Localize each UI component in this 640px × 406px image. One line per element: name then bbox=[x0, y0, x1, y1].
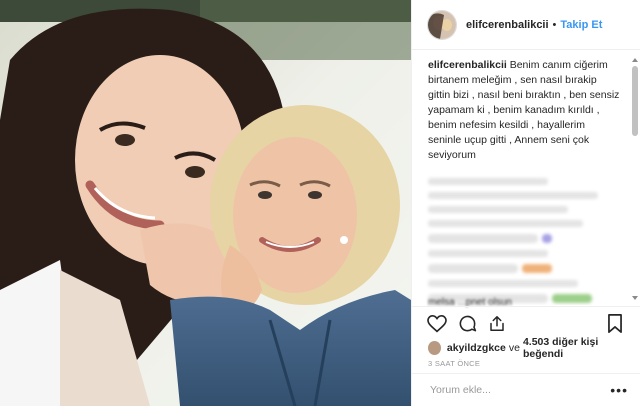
more-options-icon[interactable]: ••• bbox=[610, 382, 628, 398]
header-username[interactable]: elifcerenbalikcii bbox=[466, 19, 549, 31]
comments-list[interactable]: elifcerenbalikcii Benim canım ciğerim bi… bbox=[412, 50, 640, 305]
comment-input[interactable] bbox=[428, 383, 611, 397]
comment-box: ••• bbox=[412, 373, 640, 406]
scroll-up-icon[interactable] bbox=[632, 58, 638, 62]
header-separator: • bbox=[552, 18, 557, 31]
share-icon[interactable] bbox=[486, 313, 508, 335]
caption-text: Benim canım ciğerim birtanem meleğim , s… bbox=[428, 59, 620, 161]
post-timestamp[interactable]: 3 SAAT ÖNCE bbox=[428, 359, 480, 368]
post-sidebar: elifcerenbalikcii • Takip Et elifcerenba… bbox=[411, 0, 640, 406]
heart-icon[interactable] bbox=[426, 313, 448, 335]
action-bar bbox=[412, 306, 640, 340]
comments-scrollbar[interactable] bbox=[632, 58, 638, 300]
liker-avatar[interactable] bbox=[428, 341, 441, 355]
comment-icon[interactable] bbox=[456, 313, 478, 335]
liker-username[interactable]: akyildzgkce bbox=[447, 342, 506, 354]
caption-username[interactable]: elifcerenbalikcii bbox=[428, 59, 507, 71]
likes-and: ve bbox=[508, 342, 520, 354]
scroll-down-icon[interactable] bbox=[632, 296, 638, 300]
post-caption: elifcerenbalikcii Benim canım ciğerim bi… bbox=[428, 58, 626, 163]
bookmark-icon[interactable] bbox=[604, 313, 626, 335]
post-header: elifcerenbalikcii • Takip Et bbox=[412, 0, 640, 50]
avatar[interactable] bbox=[428, 10, 456, 39]
scroll-thumb[interactable] bbox=[632, 66, 638, 136]
follow-button[interactable]: Takip Et bbox=[560, 19, 602, 31]
likes-count[interactable]: 4.503 diğer kişi beğendi bbox=[523, 336, 632, 360]
blurred-comments bbox=[428, 178, 626, 305]
post-photo[interactable] bbox=[0, 0, 411, 406]
likes-summary: akyildzgkce ve 4.503 diğer kişi beğendi bbox=[428, 336, 632, 360]
post-image bbox=[0, 0, 411, 406]
